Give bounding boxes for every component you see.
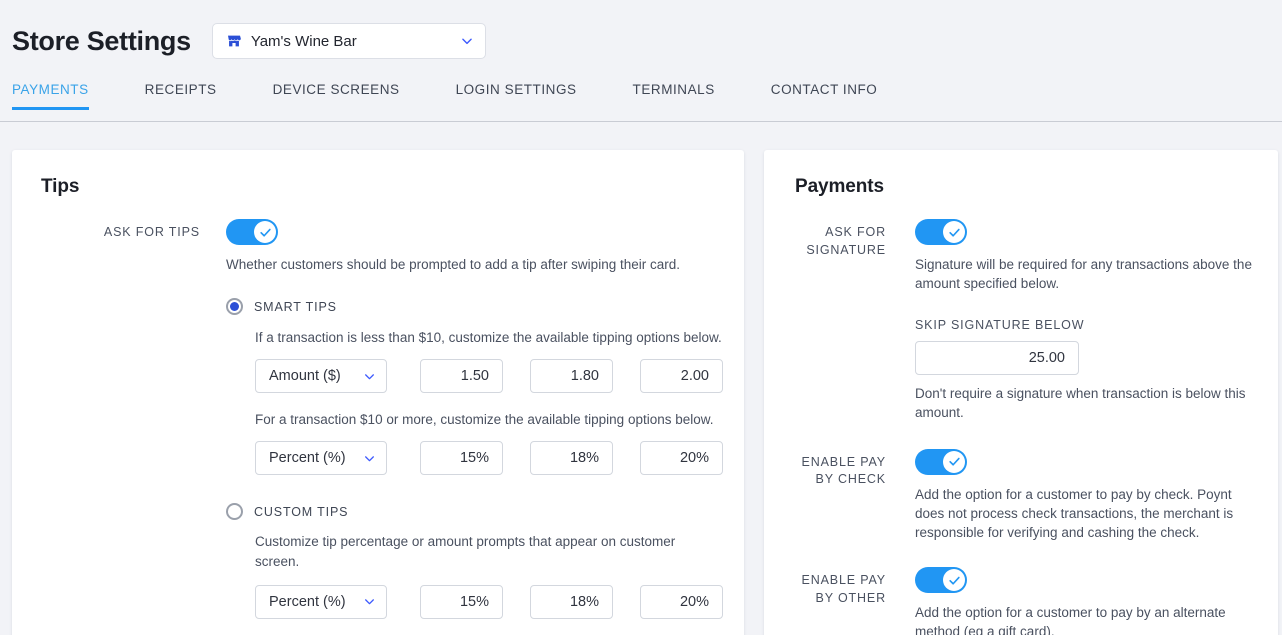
smart-tips-high-type-value: Percent (%) <box>269 450 346 467</box>
toggle-knob <box>943 569 965 592</box>
tab-receipts[interactable]: RECEIPTS <box>145 82 217 110</box>
enable-pay-by-check-toggle[interactable] <box>915 448 967 475</box>
check-icon <box>948 457 960 466</box>
custom-tips-value-1[interactable]: 15% <box>420 584 503 619</box>
toggle-knob <box>943 450 965 473</box>
smart-tips-radio[interactable] <box>226 298 243 316</box>
smart-tips-low-value-3[interactable]: 2.00 <box>640 359 723 394</box>
enable-pay-by-other-toggle[interactable] <box>915 567 967 594</box>
smart-tips-low-type-select[interactable]: Amount ($) <box>255 359 387 394</box>
ask-for-signature-description: Signature will be required for any trans… <box>915 257 1252 292</box>
smart-tips-low-value-2[interactable]: 1.80 <box>530 359 613 394</box>
custom-tips-type-value: Percent (%) <box>269 593 346 610</box>
custom-tips-type-select[interactable]: Percent (%) <box>255 584 387 619</box>
tab-device-screens[interactable]: DEVICE SCREENS <box>273 82 400 110</box>
smart-tips-low-row: Amount ($) 1.50 1.80 2.00 <box>255 359 744 394</box>
payments-card: Payments ASK FOR SIGNATURE Signature wil… <box>764 150 1278 635</box>
smart-tips-high-type-select[interactable]: Percent (%) <box>255 441 387 476</box>
skip-signature-below-description: Don't require a signature when transacti… <box>915 386 1246 421</box>
ask-for-tips-label: ASK FOR TIPS <box>103 225 200 239</box>
ask-for-tips-toggle[interactable] <box>226 219 278 245</box>
enable-pay-by-check-label: ENABLE PAY BY CHECK <box>801 454 886 487</box>
custom-tips-row: Percent (%) 15% 18% 20% <box>255 584 744 619</box>
store-icon <box>227 35 241 47</box>
tips-card: Tips ASK FOR TIPS Whether customers shou… <box>12 150 744 635</box>
check-icon <box>948 576 960 585</box>
store-selector-value: Yam's Wine Bar <box>250 32 357 50</box>
smart-tips-label: SMART TIPS <box>254 299 337 314</box>
check-icon <box>259 228 271 237</box>
smart-tips-option[interactable]: SMART TIPS <box>226 298 744 316</box>
tab-contact-info[interactable]: CONTACT INFO <box>771 82 878 110</box>
custom-tips-option[interactable]: CUSTOM TIPS <box>226 503 744 521</box>
smart-tips-high-value-3[interactable]: 20% <box>640 441 723 476</box>
custom-tips-description: Customize tip percentage or amount promp… <box>255 534 676 569</box>
tab-terminals[interactable]: TERMINALS <box>633 82 715 110</box>
tips-card-title: Tips <box>41 176 80 197</box>
chevron-down-icon <box>365 599 374 605</box>
smart-tips-low-type-value: Amount ($) <box>269 368 341 385</box>
smart-tips-high-row: Percent (%) 15% 18% 20% <box>255 441 744 476</box>
tab-bar: PAYMENTS RECEIPTS DEVICE SCREENS LOGIN S… <box>0 82 1282 122</box>
payments-card-title: Payments <box>795 176 884 197</box>
chevron-down-icon <box>365 374 374 380</box>
enable-pay-by-other-label: ENABLE PAY BY OTHER <box>801 573 886 605</box>
chevron-down-icon <box>365 456 374 462</box>
check-icon <box>948 228 960 237</box>
toggle-knob <box>254 221 276 243</box>
smart-tips-low-value-1[interactable]: 1.50 <box>420 359 503 394</box>
enable-pay-by-check-description: Add the option for a customer to pay by … <box>915 486 1234 540</box>
toggle-knob <box>943 221 965 243</box>
store-selector[interactable]: Yam's Wine Bar <box>211 23 486 59</box>
content-area: Tips ASK FOR TIPS Whether customers shou… <box>0 122 1282 635</box>
tab-login-settings[interactable]: LOGIN SETTINGS <box>456 82 577 110</box>
radio-dot <box>230 302 239 312</box>
page-title: Store Settings <box>12 25 191 56</box>
ask-for-signature-toggle[interactable] <box>915 219 967 245</box>
skip-signature-below-label: SKIP SIGNATURE BELOW <box>915 318 1085 333</box>
smart-tips-high-description: For a transaction $10 or more, customize… <box>255 412 714 428</box>
ask-for-tips-description: Whether customers should be prompted to … <box>226 257 680 272</box>
chevron-down-icon <box>462 38 472 45</box>
smart-tips-low-description: If a transaction is less than $10, custo… <box>255 330 722 346</box>
smart-tips-high-value-2[interactable]: 18% <box>530 441 613 476</box>
page-header: Store Settings Yam's Wine Bar <box>0 0 1282 82</box>
skip-signature-below-input[interactable]: 25.00 <box>915 341 1079 376</box>
ask-for-signature-label: ASK FOR SIGNATURE <box>806 225 886 257</box>
smart-tips-high-value-1[interactable]: 15% <box>420 441 503 476</box>
enable-pay-by-other-description: Add the option for a customer to pay by … <box>915 605 1226 635</box>
custom-tips-value-2[interactable]: 18% <box>530 584 613 619</box>
tab-payments[interactable]: PAYMENTS <box>12 82 89 110</box>
custom-tips-value-3[interactable]: 20% <box>640 584 723 619</box>
custom-tips-label: CUSTOM TIPS <box>254 504 349 519</box>
custom-tips-radio[interactable] <box>226 503 243 521</box>
